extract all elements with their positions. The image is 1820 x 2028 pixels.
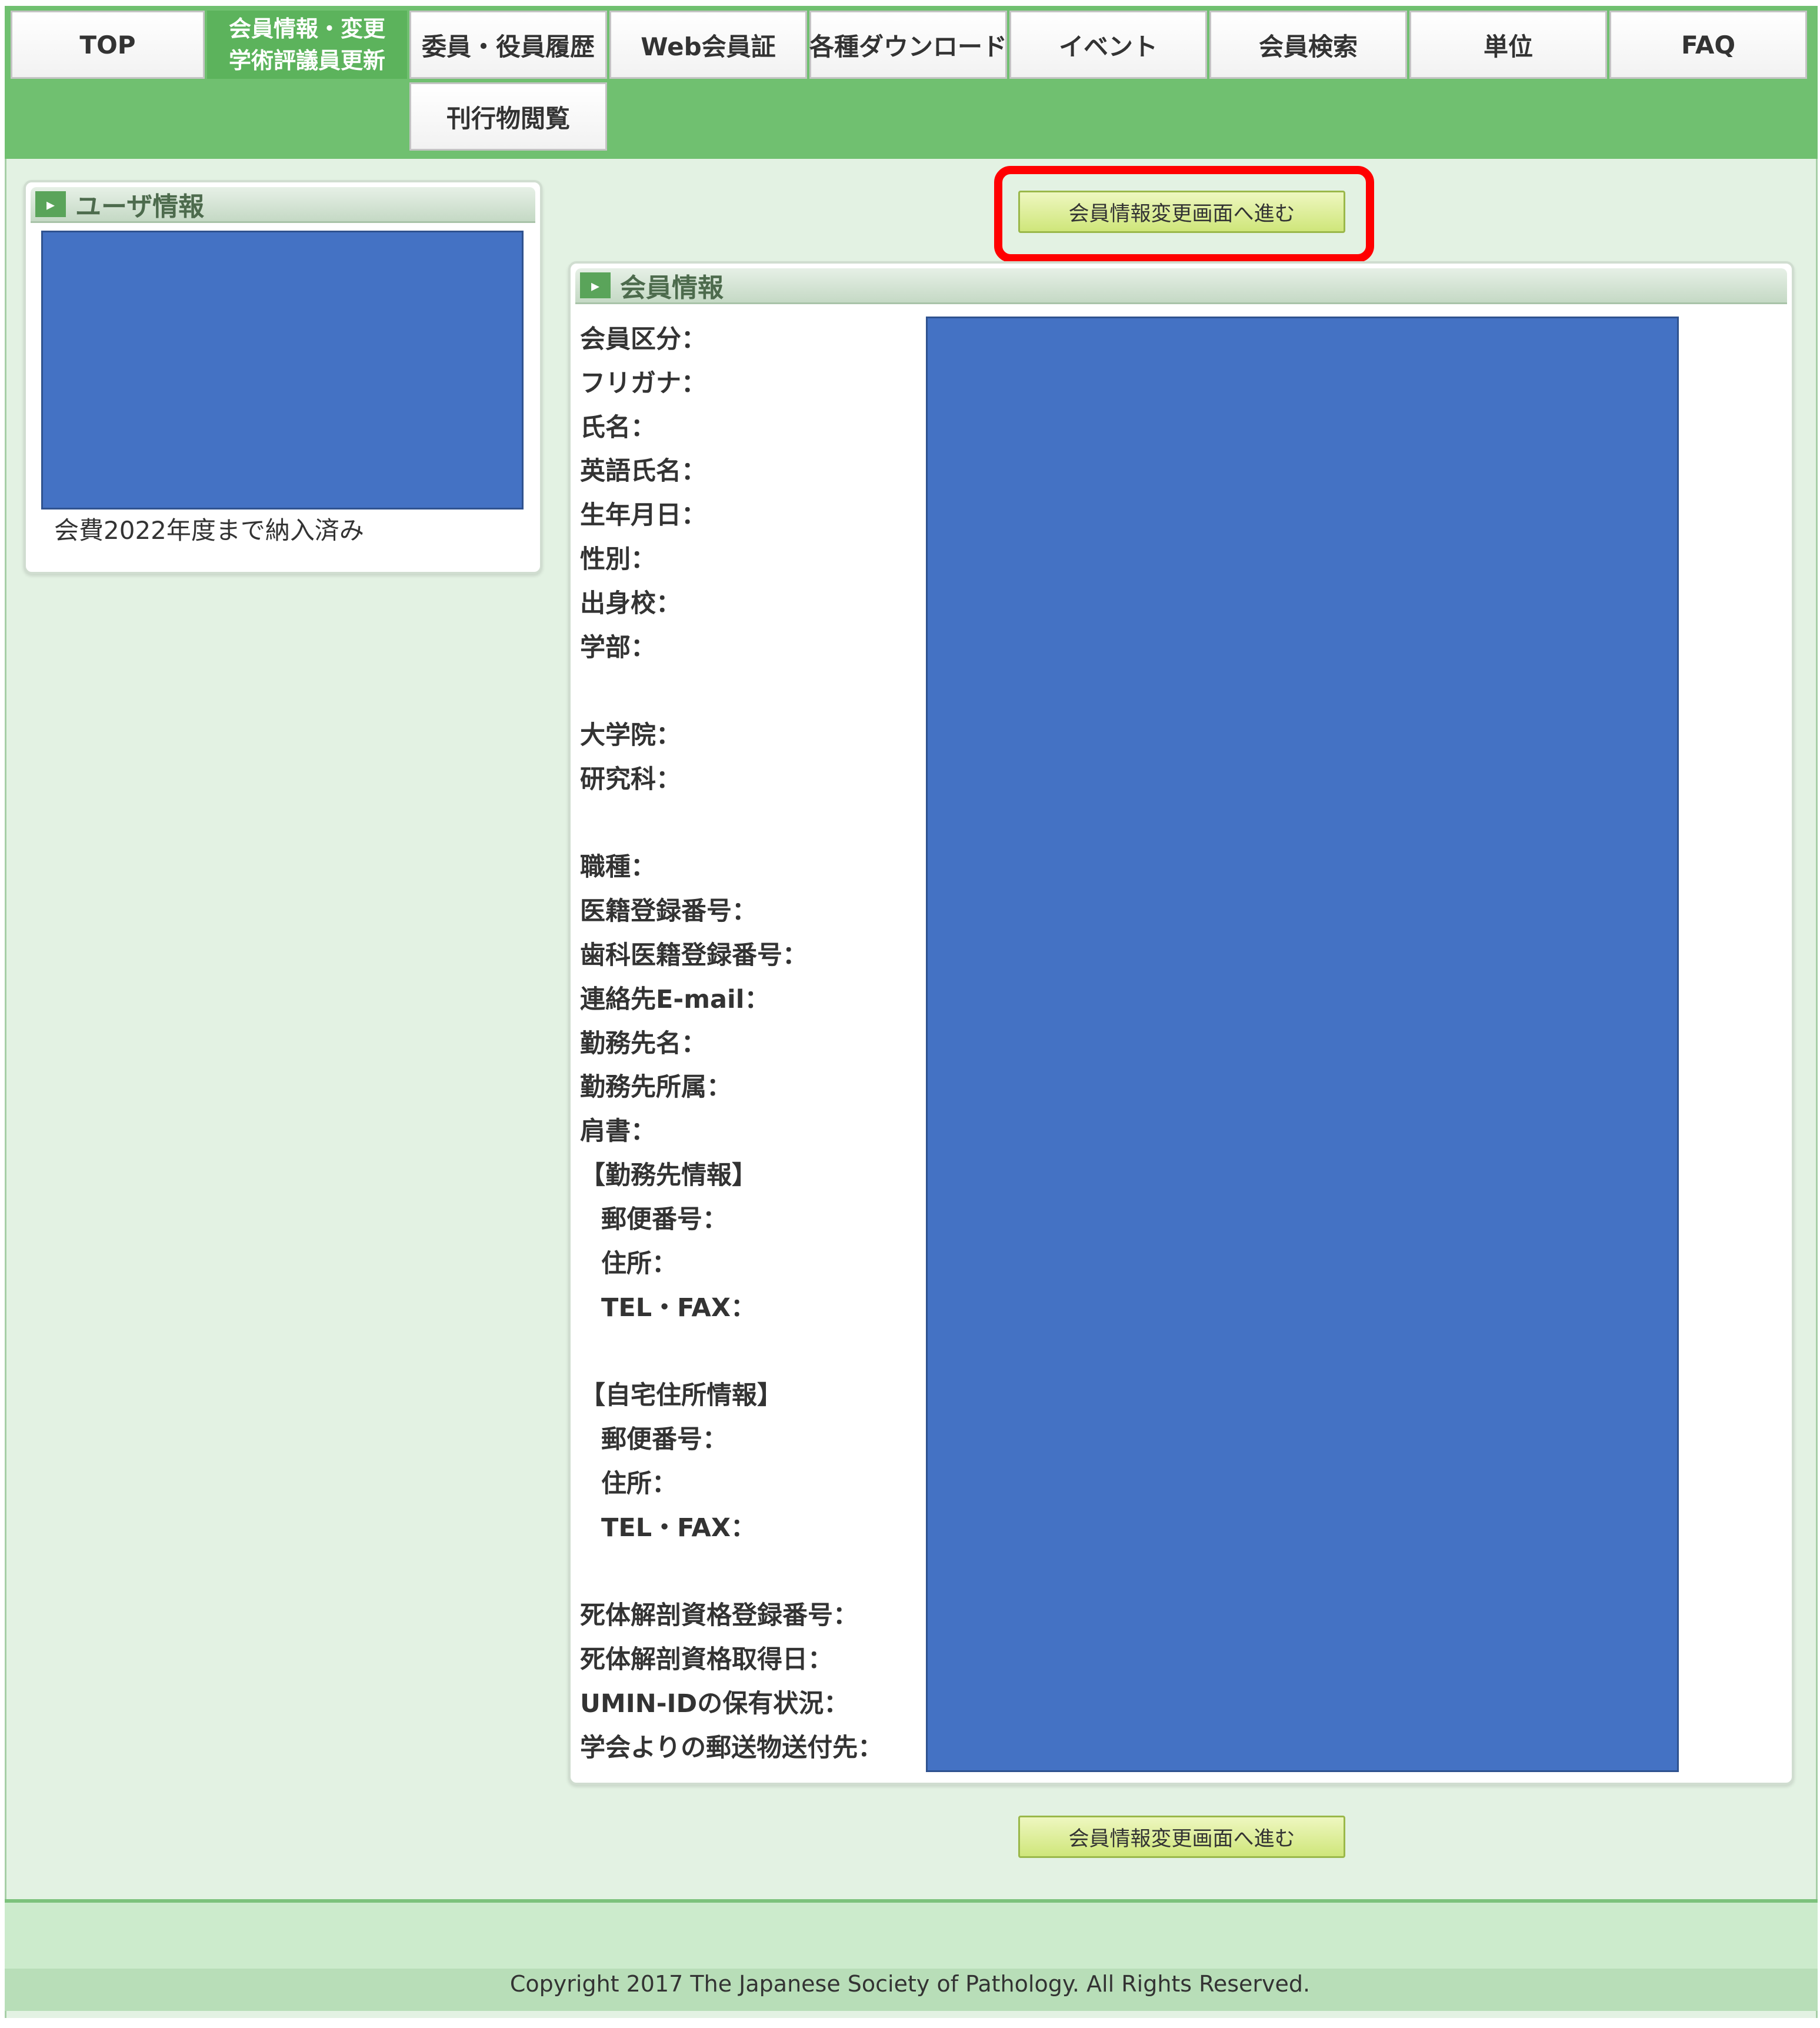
- field-label: 【自宅住所情報】: [580, 1381, 782, 1410]
- nav-publications[interactable]: 刊行物閲覧: [409, 82, 607, 151]
- proceed-to-edit-button-top[interactable]: 会員情報変更画面へ進む: [1018, 191, 1345, 233]
- nav-events[interactable]: イベント: [1009, 11, 1207, 79]
- nav-top[interactable]: TOP: [11, 11, 205, 79]
- section-arrow-icon: ▸: [580, 272, 611, 298]
- field-label: 連絡先E-mail：: [580, 985, 770, 1014]
- field-label: 出身校：: [580, 589, 681, 618]
- nav-committee-history[interactable]: 委員・役員履歴: [409, 11, 607, 79]
- field-label: 英語氏名：: [580, 457, 706, 486]
- field-label: 住所：: [601, 1469, 677, 1498]
- field-label: 学会よりの郵送物送付先：: [580, 1733, 884, 1763]
- member-info-header: ▸ 会員情報: [575, 268, 1787, 304]
- copyright-text: Copyright 2017 The Japanese Society of P…: [509, 1971, 1311, 1997]
- field-label: UMIN-IDの保有状況：: [580, 1689, 849, 1719]
- nav-member-info-line1: 会員情報・変更: [228, 16, 385, 42]
- field-label: 死体解剖資格取得日：: [580, 1645, 833, 1674]
- field-label: フリガナ：: [580, 369, 706, 398]
- nav-downloads[interactable]: 各種ダウンロード: [809, 11, 1007, 79]
- field-label: 勤務先所属：: [580, 1073, 732, 1102]
- nav-member-search[interactable]: 会員検索: [1209, 11, 1407, 79]
- footer-upper: [5, 1903, 1818, 1969]
- member-info-panel: ▸ 会員情報 会員区分： フリガナ： 氏名： 英語氏名： 生年月日： 性別： 出身校： 学部：…: [568, 261, 1794, 1785]
- field-label: 会員区分：: [580, 325, 706, 354]
- nav-web-member-card[interactable]: Web会員証: [609, 11, 807, 79]
- redacted-user-info: [41, 231, 524, 510]
- member-info-title: 会員情報: [620, 273, 724, 303]
- nav-faq[interactable]: FAQ: [1609, 11, 1807, 79]
- field-label: 性別：: [580, 545, 656, 574]
- nav-member-info-line2: 学術評議員更新: [228, 48, 385, 74]
- field-label: TEL・FAX：: [601, 1513, 756, 1543]
- user-info-panel: ▸ ユーザ情報 会費2022年度まで納入済み: [24, 180, 542, 574]
- field-label: 住所：: [601, 1249, 677, 1278]
- field-label: 職種：: [580, 853, 656, 882]
- proceed-to-edit-button-bottom[interactable]: 会員情報変更画面へ進む: [1018, 1816, 1345, 1858]
- field-label: 肩書：: [580, 1117, 656, 1146]
- field-label: 【勤務先情報】: [580, 1161, 757, 1190]
- nav-credits[interactable]: 単位: [1409, 11, 1607, 79]
- field-label: 勤務先名：: [580, 1029, 706, 1058]
- field-label: 死体解剖資格登録番号：: [580, 1601, 858, 1630]
- fee-status: 会費2022年度まで納入済み: [54, 516, 364, 545]
- nav-member-info[interactable]: 会員情報・変更 学術評議員更新: [207, 11, 407, 79]
- field-label: 学部：: [580, 633, 656, 662]
- section-arrow-icon: ▸: [35, 191, 66, 217]
- user-info-header: ▸ ユーザ情報: [31, 187, 535, 223]
- field-label: 郵便番号：: [601, 1425, 728, 1454]
- field-label: 研究科：: [580, 765, 681, 794]
- redacted-member-values: [926, 317, 1679, 1772]
- field-label: TEL・FAX：: [601, 1293, 756, 1323]
- field-label: 郵便番号：: [601, 1205, 728, 1234]
- field-label: 生年月日：: [580, 501, 706, 530]
- field-label: 歯科医籍登録番号：: [580, 941, 808, 970]
- user-info-title: ユーザ情報: [75, 192, 205, 222]
- field-label: 大学院：: [580, 721, 681, 750]
- field-label: 氏名：: [580, 413, 656, 442]
- field-label: 医籍登録番号：: [580, 897, 757, 926]
